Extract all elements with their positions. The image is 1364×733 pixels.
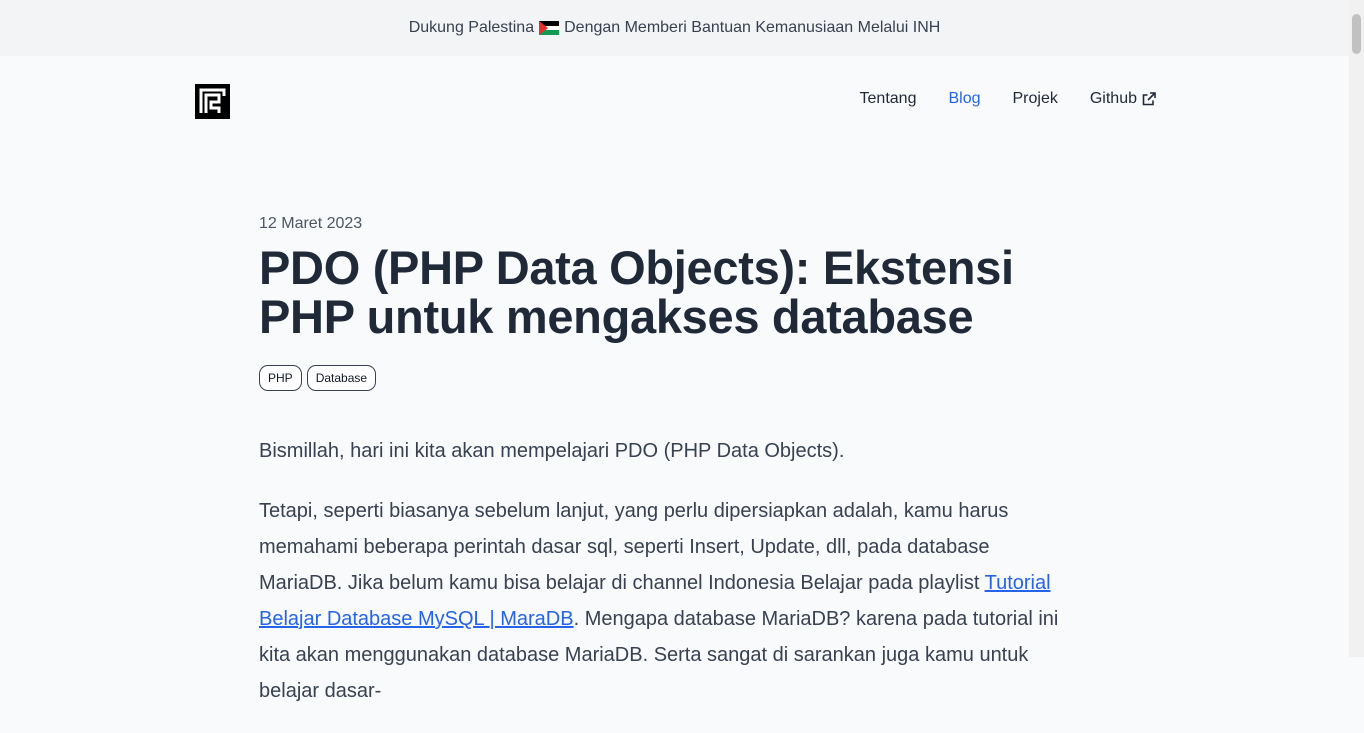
nav-projek[interactable]: Projek [1013,90,1058,108]
post-title: PDO (PHP Data Objects): Ekstensi PHP unt… [259,241,1014,343]
main-nav: Tentang Blog Projek Github [860,90,1156,108]
post-date: 12 Maret 2023 [259,215,363,232]
page-scrollbar[interactable] [1349,0,1364,657]
banner-text-after[interactable]: Dengan Memberi Bantuan Kemanusiaan Melal… [564,19,940,37]
body-paragraph: Tetapi, seperti biasanya sebelum lanjut,… [259,500,1059,702]
palestine-flag-icon [539,21,560,35]
nav-github[interactable]: Github [1090,90,1156,108]
article: 12 Maret 2023 PDO (PHP Data Objects): Ek… [259,215,1071,733]
tag-database[interactable]: Database [306,365,377,391]
nav-blog[interactable]: Blog [948,90,980,108]
tag-php[interactable]: PHP [259,365,302,391]
nav-tentang[interactable]: Tentang [860,90,917,108]
banner-text-before: Dukung Palestina [408,19,535,36]
external-link-icon [1142,92,1156,106]
intro-paragraph: Bismillah, hari ini kita akan mempelajar… [259,440,845,462]
scrollbar-thumb[interactable] [1352,14,1361,54]
site-logo-icon[interactable] [195,84,230,119]
tag-list: PHP Database [259,365,1071,391]
announcement-banner: Dukung Palestina Dengan Memberi Bantuan … [0,0,1349,56]
